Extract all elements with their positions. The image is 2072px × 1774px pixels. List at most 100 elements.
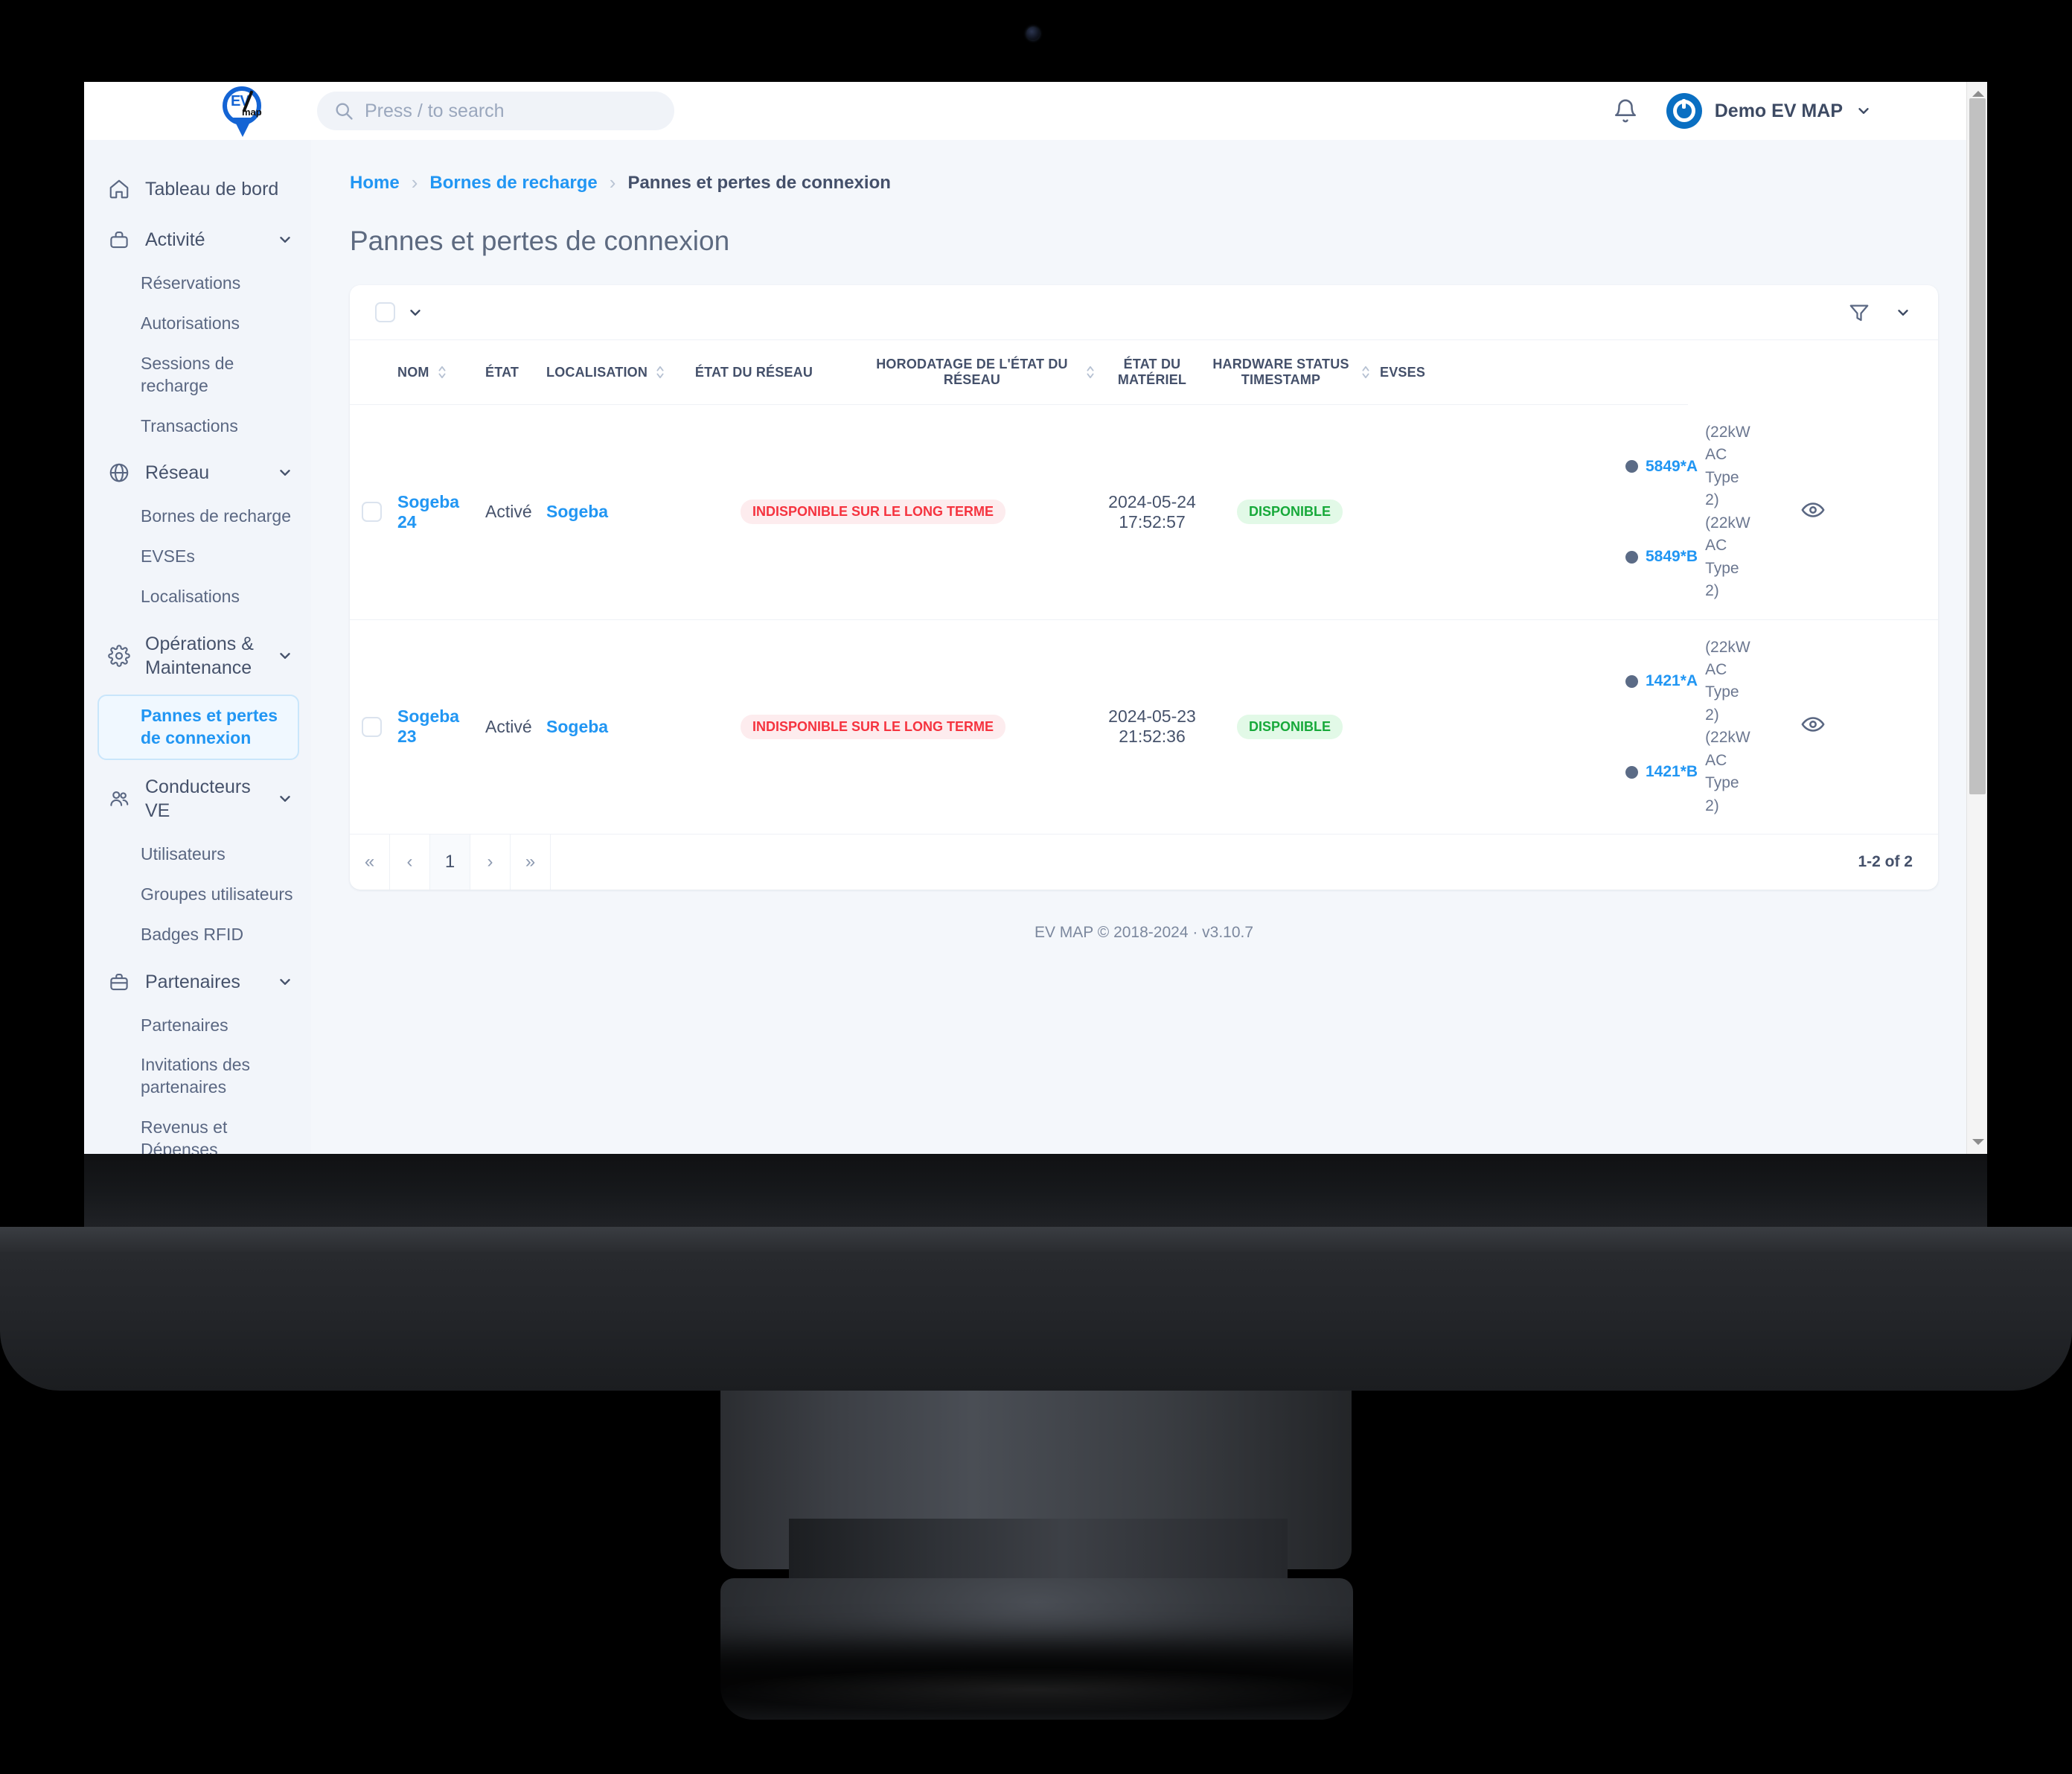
sidebar-item-partenaires-sub[interactable]: Partenaires <box>84 1006 311 1046</box>
location-link[interactable]: Sogeba <box>546 717 608 736</box>
suitcase-icon <box>110 973 128 990</box>
briefcase-icon <box>110 231 128 249</box>
chevron-down-icon[interactable] <box>277 974 293 990</box>
vertical-scrollbar[interactable] <box>1966 82 1987 1154</box>
sidebar-item-autorisations[interactable]: Autorisations <box>84 304 311 344</box>
cell-horodatage-reseau: 2024-05-24 17:52:57 <box>1100 404 1204 620</box>
sort-icon[interactable] <box>437 363 447 381</box>
sidebar-item-bornes-de-recharge[interactable]: Bornes de recharge <box>84 497 311 537</box>
sidebar-item-invitations-des-partenaires[interactable]: Invitations des partenaires <box>84 1045 311 1108</box>
filter-dropdown-chevron-down-icon[interactable] <box>1895 304 1911 321</box>
sidebar-item-conducteurs-ve[interactable]: Conducteurs VE <box>84 763 311 835</box>
sidebar-item-badges-rfid[interactable]: Badges RFID <box>84 915 311 955</box>
breadcrumb-item-home[interactable]: Home <box>350 173 400 194</box>
sidebar-item-pannes-et-pertes-de-connexion[interactable]: Pannes et pertes de connexion <box>97 695 299 760</box>
sort-icon[interactable] <box>655 363 665 381</box>
scrollbar-thumb[interactable] <box>1969 98 1986 794</box>
evse-link[interactable]: 1421*A <box>1646 670 1698 692</box>
sidebar-item-sessions-de-recharge[interactable]: Sessions de recharge <box>84 344 311 406</box>
sidebar-item-reseau[interactable]: Réseau <box>84 449 311 497</box>
eye-icon[interactable] <box>1800 497 1826 523</box>
selection-dropdown-chevron-down-icon[interactable] <box>407 304 423 321</box>
sidebar-item-localisations[interactable]: Localisations <box>84 577 311 617</box>
evse-link[interactable]: 1421*B <box>1646 761 1698 783</box>
chevron-down-icon[interactable] <box>277 465 293 481</box>
row-checkbox-cell <box>350 404 393 620</box>
filter-icon[interactable] <box>1847 301 1871 324</box>
chevron-down-icon[interactable] <box>277 648 293 664</box>
pagination-first-button[interactable]: « <box>350 835 390 890</box>
pagination-last-button[interactable]: » <box>511 835 551 890</box>
th-nom[interactable]: NOM <box>393 340 481 405</box>
evse-status-dot-icon <box>1625 460 1638 473</box>
cell-evses: 1421*A (22kW AC Type 2) 1421*B (22kW AC … <box>1621 619 1750 835</box>
table-row[interactable]: Sogeba 23 Activé Sogeba INDISPONIBLE SUR… <box>350 619 1938 835</box>
th-hardware-status-timestamp[interactable]: HARDWARE STATUS TIMESTAMP <box>1204 340 1375 405</box>
chevron-down-icon[interactable] <box>277 232 293 248</box>
notification-bell-icon[interactable] <box>1613 98 1638 124</box>
evse-spec: (22kW AC Type 2) <box>1705 729 1750 814</box>
sidebar-item-revenus-et-depenses[interactable]: Revenus et Dépenses <box>84 1108 311 1154</box>
sidebar-item-tableau-de-bord[interactable]: Tableau de bord <box>84 165 311 213</box>
th-label: HORODATAGE DE L'ÉTAT DU RÉSEAU <box>876 357 1068 387</box>
hardware-status-badge: DISPONIBLE <box>1236 714 1343 739</box>
data-table-card: NOM ÉTAT LOCALISATION ÉTAT DU RÉSEAU HOR… <box>350 285 1938 890</box>
outages-table: NOM ÉTAT LOCALISATION ÉTAT DU RÉSEAU HOR… <box>350 340 1938 835</box>
sidebar-item-partenaires[interactable]: Partenaires <box>84 958 311 1006</box>
ev-map-logo-icon: EV map <box>220 83 266 138</box>
users-icon <box>110 791 129 806</box>
sort-icon[interactable] <box>1085 363 1096 381</box>
sidebar-item-evses[interactable]: EVSEs <box>84 537 311 577</box>
sidebar-item-transactions[interactable]: Transactions <box>84 406 311 447</box>
main-content: Home › Bornes de recharge › Pannes et pe… <box>311 140 1987 1154</box>
eye-icon[interactable] <box>1800 712 1826 737</box>
sidebar-item-label: Activité <box>145 229 205 250</box>
sidebar: Tableau de bord Activité Réservations Au… <box>84 140 311 1154</box>
th-localisation[interactable]: LOCALISATION <box>542 340 664 405</box>
th-actions <box>1621 340 1688 405</box>
pagination-prev-button[interactable]: ‹ <box>390 835 430 890</box>
pagination-page-1[interactable]: 1 <box>430 835 470 890</box>
app-logo[interactable]: EV map <box>84 83 311 138</box>
row-checkbox[interactable] <box>361 716 382 737</box>
sidebar-item-operations-maintenance[interactable]: Opérations & Maintenance <box>84 620 311 692</box>
cell-etat: Activé <box>481 404 542 620</box>
table-row[interactable]: Sogeba 24 Activé Sogeba INDISPONIBLE SUR… <box>350 404 1938 620</box>
scroll-up-arrow-icon[interactable] <box>1972 91 1984 97</box>
sidebar-item-reservations[interactable]: Réservations <box>84 264 311 304</box>
pagination-next-button[interactable]: › <box>470 835 511 890</box>
breadcrumb-item-bornes-de-recharge[interactable]: Bornes de recharge <box>429 173 597 194</box>
th-checkbox <box>350 340 393 405</box>
charging-station-link[interactable]: Sogeba 23 <box>397 706 459 746</box>
evse-entry: 1421*A (22kW AC Type 2) <box>1625 636 1750 727</box>
sort-icon[interactable] <box>1360 363 1371 381</box>
user-menu[interactable]: Demo EV MAP <box>1666 93 1872 129</box>
th-label: HARDWARE STATUS TIMESTAMP <box>1212 357 1349 387</box>
table-toolbar <box>350 285 1938 340</box>
sidebar-group-partenaires: Partenaires Partenaires Invitations des … <box>84 958 311 1154</box>
search-input[interactable]: Press / to search <box>317 92 674 130</box>
sidebar-item-utilisateurs[interactable]: Utilisateurs <box>84 835 311 875</box>
sidebar-group-reseau: Réseau Bornes de recharge EVSEs Localisa… <box>84 449 311 617</box>
charging-station-link[interactable]: Sogeba 24 <box>397 492 459 532</box>
th-label: NOM <box>397 364 429 380</box>
th-label: LOCALISATION <box>546 364 648 380</box>
sidebar-item-activite[interactable]: Activité <box>84 216 311 264</box>
sidebar-item-label: Opérations & Maintenance <box>145 634 254 679</box>
th-horodatage-etat-reseau[interactable]: HORODATAGE DE L'ÉTAT DU RÉSEAU <box>862 340 1100 405</box>
monitor-foot-glow <box>714 1668 1355 1712</box>
select-all-checkbox[interactable] <box>375 302 395 322</box>
breadcrumb-separator: › <box>411 171 418 194</box>
chevron-down-icon[interactable] <box>277 791 293 807</box>
location-link[interactable]: Sogeba <box>546 502 608 521</box>
cell-evses: 5849*A (22kW AC Type 2) 5849*B (22kW AC … <box>1621 404 1750 620</box>
screen: EV map Press / to search Demo EV MAP Tab… <box>84 82 1987 1154</box>
scroll-down-arrow-icon[interactable] <box>1972 1139 1984 1145</box>
webcam-dot <box>1026 27 1040 40</box>
evse-link[interactable]: 5849*A <box>1646 456 1698 478</box>
row-checkbox[interactable] <box>361 502 382 523</box>
evse-link[interactable]: 5849*B <box>1646 546 1698 568</box>
cell-etat: Activé <box>481 619 542 835</box>
network-status-badge: INDISPONIBLE SUR LE LONG TERME <box>740 714 1006 739</box>
sidebar-item-groupes-utilisateurs[interactable]: Groupes utilisateurs <box>84 875 311 915</box>
